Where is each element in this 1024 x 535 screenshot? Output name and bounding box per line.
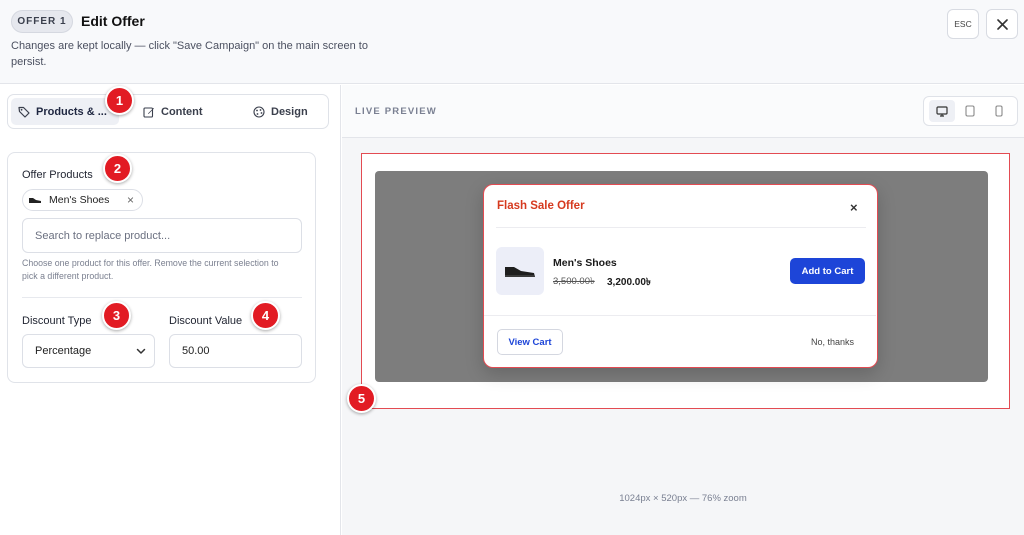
settings-panel: Products & ... Content Design Offer Prod… — [0, 85, 341, 535]
tab-content[interactable]: Content — [136, 98, 226, 125]
product-image — [496, 247, 544, 295]
tab-bar: Products & ... Content Design — [7, 94, 329, 129]
preview-toolbar: LIVE PREVIEW — [342, 85, 1024, 138]
popup-divider — [496, 227, 866, 228]
popup-new-price: 3,200.00৳ — [607, 277, 651, 288]
section-divider — [22, 297, 302, 298]
esc-button[interactable]: ESC — [947, 9, 979, 39]
marker-3: 3 — [102, 301, 131, 330]
marker-4: 4 — [251, 301, 280, 330]
marker-1: 1 — [105, 86, 134, 115]
desktop-icon — [936, 105, 948, 117]
tag-icon — [18, 106, 30, 118]
tab-products[interactable]: Products & ... — [11, 98, 119, 125]
discount-type-value: Percentage — [35, 345, 92, 357]
no-thanks-link[interactable]: No, thanks — [811, 337, 854, 347]
popup-close-icon[interactable]: × — [850, 200, 858, 215]
tab-content-label: Content — [161, 105, 203, 118]
device-toggle — [923, 96, 1018, 126]
remove-product-icon[interactable]: × — [127, 193, 134, 207]
tab-design-label: Design — [271, 105, 308, 118]
product-chip: Men's Shoes × — [22, 189, 143, 211]
discount-value-input[interactable]: 50.00 — [169, 334, 302, 368]
device-tablet-button[interactable] — [957, 100, 983, 122]
mobile-icon — [995, 105, 1003, 117]
editor-header: OFFER 1 Edit Offer Changes are kept loca… — [0, 0, 1024, 84]
offer-settings-card: Offer Products Men's Shoes × Search to r… — [7, 152, 316, 383]
discount-type-select[interactable]: Percentage — [22, 334, 155, 368]
popup-divider — [484, 315, 876, 316]
popup-old-price: 3,500.00৳ — [553, 276, 595, 287]
product-help-text: Choose one product for this offer. Remov… — [22, 258, 279, 281]
tab-design[interactable]: Design — [246, 98, 326, 125]
marker-5: 5 — [347, 384, 376, 413]
page-subtitle: Changes are kept locally — click "Save C… — [11, 40, 368, 68]
discount-value-label: Discount Value — [169, 315, 243, 327]
shoe-icon — [505, 267, 535, 277]
device-desktop-button[interactable] — [929, 100, 956, 122]
offer-products-label: Offer Products — [22, 169, 93, 181]
add-to-cart-button[interactable]: Add to Cart — [790, 258, 865, 284]
product-chip-label: Men's Shoes — [49, 194, 110, 206]
preview-dimensions: 1024px × 520px — 76% zoom — [619, 493, 747, 504]
popup-product-name: Men's Shoes — [553, 257, 617, 269]
popup-title: Flash Sale Offer — [497, 200, 585, 212]
view-cart-button[interactable]: View Cart — [497, 329, 563, 355]
device-mobile-button[interactable] — [986, 100, 1012, 122]
product-search-input[interactable]: Search to replace product... — [22, 218, 302, 253]
palette-icon — [253, 105, 265, 118]
close-button[interactable] — [986, 9, 1018, 39]
edit-icon — [143, 106, 154, 118]
marker-2: 2 — [103, 154, 132, 183]
close-icon — [996, 18, 1008, 30]
tab-products-label: Products & ... — [36, 105, 107, 118]
offer-badge: OFFER 1 — [11, 10, 73, 33]
offer-popup: Flash Sale Offer × Men's Shoes 3,500.00৳… — [483, 184, 878, 368]
shoe-icon — [29, 198, 41, 203]
page-title: Edit Offer — [81, 13, 145, 29]
chevron-down-icon — [136, 348, 146, 354]
discount-type-label: Discount Type — [22, 315, 92, 327]
live-preview-label: LIVE PREVIEW — [355, 106, 437, 117]
tablet-icon — [965, 105, 976, 117]
